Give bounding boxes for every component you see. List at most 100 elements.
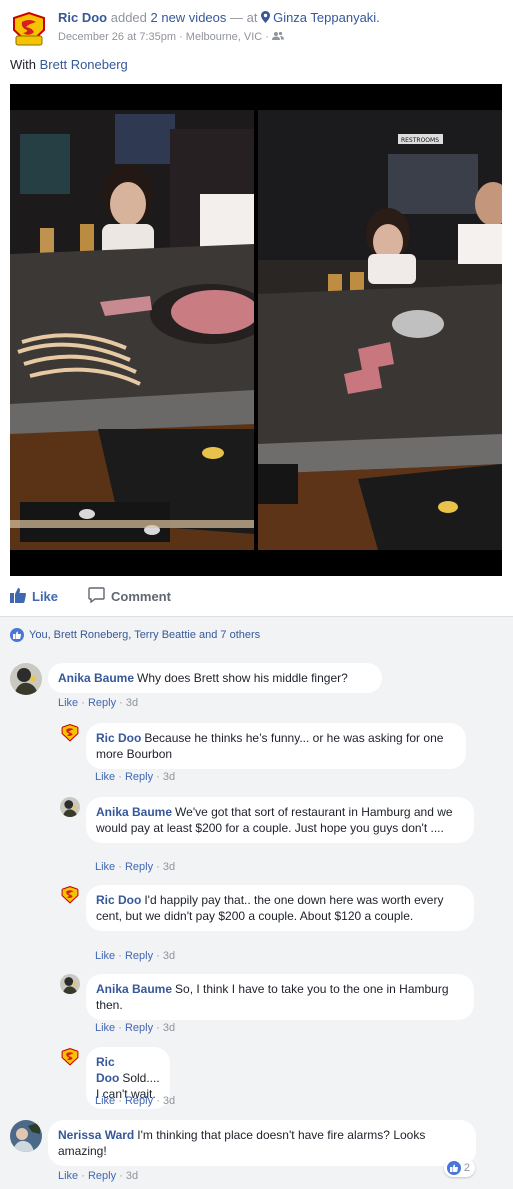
meta-separator: · [116,697,126,709]
comment-author[interactable]: Anika Baume [58,671,134,685]
comment-like-link[interactable]: Like [95,861,115,873]
post-media: RESTROOMS [10,84,502,576]
avatar[interactable] [60,797,80,817]
avatar[interactable] [10,1120,42,1152]
comment-time[interactable]: 3d [126,697,138,709]
meta-separator: · [78,697,88,709]
meta-separator: · [115,1095,125,1107]
tagged-with-line: With Brett Roneberg [10,57,128,72]
meta-separator: · [78,1170,88,1182]
video-thumbnail-1[interactable] [10,84,254,576]
comment-time[interactable]: 3d [163,1095,175,1107]
post-action-bar: Like Comment [10,583,513,609]
place-link[interactable]: Ginza Teppanyaki. [273,10,380,25]
comment-text: I'd happily pay that.. the one down here… [96,893,444,923]
comment-reply-link[interactable]: Reply [88,1170,116,1182]
video-thumbnail-2[interactable]: RESTROOMS [258,84,502,576]
comment-meta: Like · Reply · 3d [95,771,175,783]
comment-like-link[interactable]: Like [95,1022,115,1034]
superman-avatar[interactable] [60,723,80,743]
comment-bubble: Ric Doo Because he thinks he’s funny... o… [86,723,466,769]
meta-separator: · [153,771,163,783]
comment-label: Comment [111,589,171,604]
superman-avatar[interactable] [60,1047,80,1067]
with-prefix: With [10,57,40,72]
reactions-summary[interactable]: You, Brett Roneberg, Terry Beattie and 7… [10,628,260,642]
comments-section: You, Brett Roneberg, Terry Beattie and 7… [0,616,513,1189]
avatar[interactable] [10,663,42,695]
comment-icon [88,587,105,606]
meta-separator: · [262,31,273,43]
comment-meta: Like · Reply · 3d [58,1170,138,1182]
at-text: — at [226,10,262,25]
comment-author[interactable]: Ric Doo [96,1055,119,1085]
comment-time[interactable]: 3d [163,771,175,783]
meta-separator: · [116,1170,126,1182]
meta-separator: · [153,1022,163,1034]
meta-separator: · [115,861,125,873]
comment-time[interactable]: 3d [126,1170,138,1182]
like-badge-icon [10,628,24,642]
like-badge-icon [446,1161,461,1175]
post-author-link[interactable]: Ric Doo [58,10,107,25]
comment-button[interactable]: Comment [88,587,171,606]
comment-like-link[interactable]: Like [95,1095,115,1107]
comment-like-link[interactable]: Like [58,1170,78,1182]
comment-text: Because he thinks he’s funny... or he wa… [96,731,444,761]
comment-bubble: Ric Doo I'd happily pay that.. the one do… [86,885,474,931]
comment-meta: Like · Reply · 3d [95,1095,175,1107]
comment-reply-link[interactable]: Reply [125,1022,153,1034]
comment-like-link[interactable]: Like [95,771,115,783]
meta-separator: · [115,1022,125,1034]
comment-bubble: Nerissa Ward I'm thinking that place does… [48,1120,476,1166]
like-label: Like [32,589,59,604]
post-location[interactable]: Melbourne, VIC [186,31,262,43]
comment-meta: Like · Reply · 3d [95,950,175,962]
like-button[interactable]: Like [10,587,58,606]
meta-separator: · [176,31,186,43]
comment-time[interactable]: 3d [163,861,175,873]
comment-bubble: Anika Baume Why does Brett show his middl… [48,663,382,693]
avatar[interactable] [60,974,80,994]
like-thumb-icon [10,587,26,606]
restrooms-sign: RESTROOMS [401,137,439,144]
new-videos-link[interactable]: 2 new videos [151,10,227,25]
meta-separator: · [153,861,163,873]
comment-time[interactable]: 3d [163,1022,175,1034]
comment-text: Why does Brett show his middle finger? [137,671,348,685]
comment-bubble: Anika Baume We've got that sort of restau… [86,797,474,843]
comment-reaction-count[interactable]: 2 [443,1159,475,1177]
comment-bubble: Anika Baume So, I think I have to take yo… [86,974,474,1020]
post-action-text: added [107,10,151,25]
comment-author[interactable]: Anika Baume [96,805,172,819]
post-date[interactable]: December 26 at 7:35pm [58,31,176,43]
comment-meta: Like · Reply · 3d [95,861,175,873]
post-title-line: Ric Doo added 2 new videos — at Ginza Te… [58,10,380,26]
comment-like-link[interactable]: Like [58,697,78,709]
tagged-friend-link[interactable]: Brett Roneberg [40,57,128,72]
meta-separator: · [115,950,125,962]
comment-author[interactable]: Ric Doo [96,893,141,907]
meta-separator: · [153,1095,163,1107]
comment-author[interactable]: Nerissa Ward [58,1128,134,1142]
comment-meta: Like · Reply · 3d [58,697,138,709]
reaction-count-number: 2 [463,1162,470,1174]
post-meta-line: December 26 at 7:35pm · Melbourne, VIC · [58,31,285,44]
superman-avatar[interactable] [60,885,80,905]
comment-reply-link[interactable]: Reply [125,950,153,962]
comment-reply-link[interactable]: Reply [88,697,116,709]
comment-meta: Like · Reply · 3d [95,1022,175,1034]
meta-separator: · [115,771,125,783]
post-header: Ric Doo added 2 new videos — at Ginza Te… [10,6,507,48]
comment-like-link[interactable]: Like [95,950,115,962]
friends-audience-icon[interactable] [272,31,285,44]
comment-reply-link[interactable]: Reply [125,861,153,873]
comment-time[interactable]: 3d [163,950,175,962]
superman-avatar[interactable] [10,10,48,48]
meta-separator: · [153,950,163,962]
comment-author[interactable]: Anika Baume [96,982,172,996]
reactions-text: You, Brett Roneberg, Terry Beattie and 7… [29,629,261,641]
comment-author[interactable]: Ric Doo [96,731,141,745]
comment-reply-link[interactable]: Reply [125,1095,153,1107]
comment-reply-link[interactable]: Reply [125,771,153,783]
